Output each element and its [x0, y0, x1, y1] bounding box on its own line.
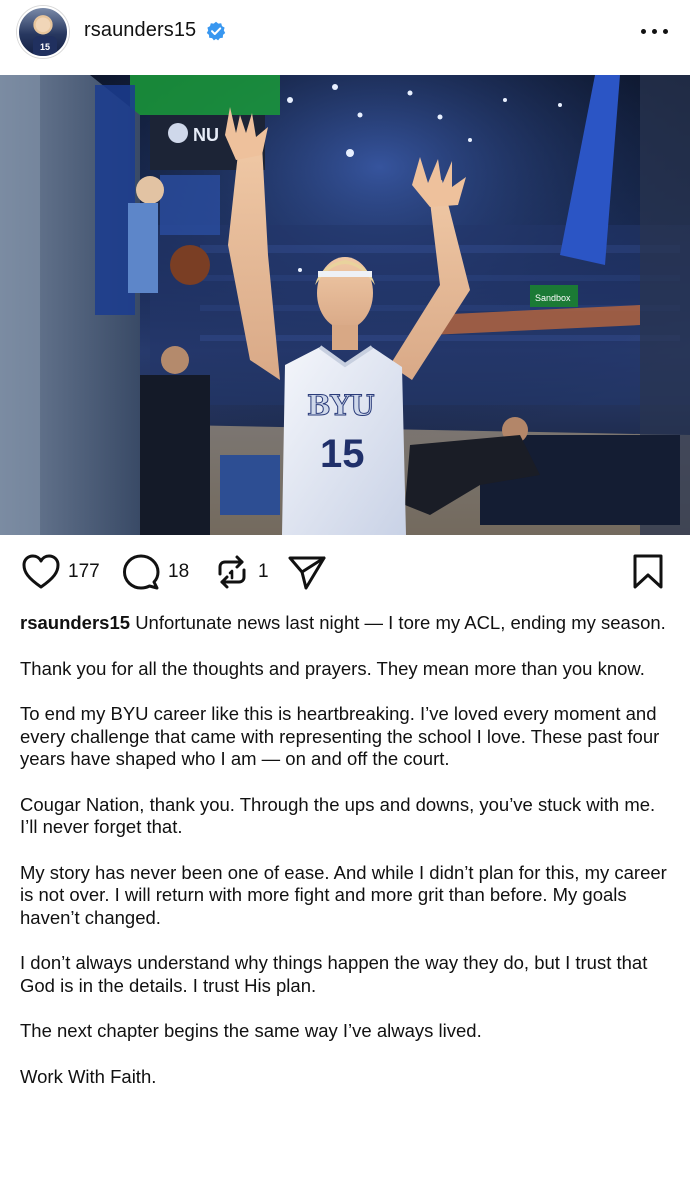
share-button[interactable]: [288, 554, 326, 590]
more-options-icon[interactable]: [638, 20, 672, 42]
repost-button[interactable]: 1: [214, 554, 269, 590]
repost-icon: [218, 555, 246, 589]
like-button[interactable]: 177: [22, 554, 100, 590]
post-actions: 177 18 1: [0, 548, 690, 598]
comment-icon: [123, 554, 160, 590]
caption-paragraph: Cougar Nation, thank you. Through the up…: [20, 793, 656, 838]
send-icon: [288, 556, 326, 590]
comment-count: 18: [168, 561, 190, 582]
scoreboard-text: NU: [193, 125, 219, 145]
post-header: 15 rsaunders15: [0, 0, 690, 75]
caption-paragraph: Thank you for all the thoughts and praye…: [20, 657, 645, 679]
caption-paragraph: My story has never been one of ease. And…: [20, 861, 667, 928]
repost-count: 1: [258, 561, 269, 582]
save-button[interactable]: [632, 554, 664, 590]
jersey-number: 15: [320, 432, 365, 476]
post-photo[interactable]: NU Sandbox BYU 15: [0, 75, 690, 535]
caption-paragraph: Work With Faith.: [20, 1065, 157, 1087]
jersey-text: BYU: [307, 389, 375, 422]
caption-paragraph: I don’t always understand why things hap…: [20, 952, 648, 996]
avatar[interactable]: 15: [17, 6, 69, 58]
comment-button[interactable]: 18: [122, 554, 189, 590]
post-username[interactable]: rsaunders15: [84, 19, 196, 42]
post-photo-illustration: NU Sandbox BYU 15: [0, 75, 690, 535]
heart-icon: [22, 554, 60, 589]
verified-badge-icon: [206, 21, 226, 41]
bookmark-icon: [633, 554, 663, 589]
like-count: 177: [68, 561, 100, 582]
caption-paragraph: The next chapter begins the same way I’v…: [20, 1020, 482, 1041]
caption-paragraph: rsaunders15 Unfortunate news last night …: [20, 612, 666, 633]
caption-author[interactable]: rsaunders15: [20, 612, 130, 633]
post-caption: rsaunders15 Unfortunate news last night …: [20, 612, 676, 1111]
sponsor-text: Sandbox: [535, 293, 571, 303]
caption-paragraph: To end my BYU career like this is heartb…: [20, 703, 660, 769]
avatar-jersey-number: 15: [33, 36, 57, 56]
